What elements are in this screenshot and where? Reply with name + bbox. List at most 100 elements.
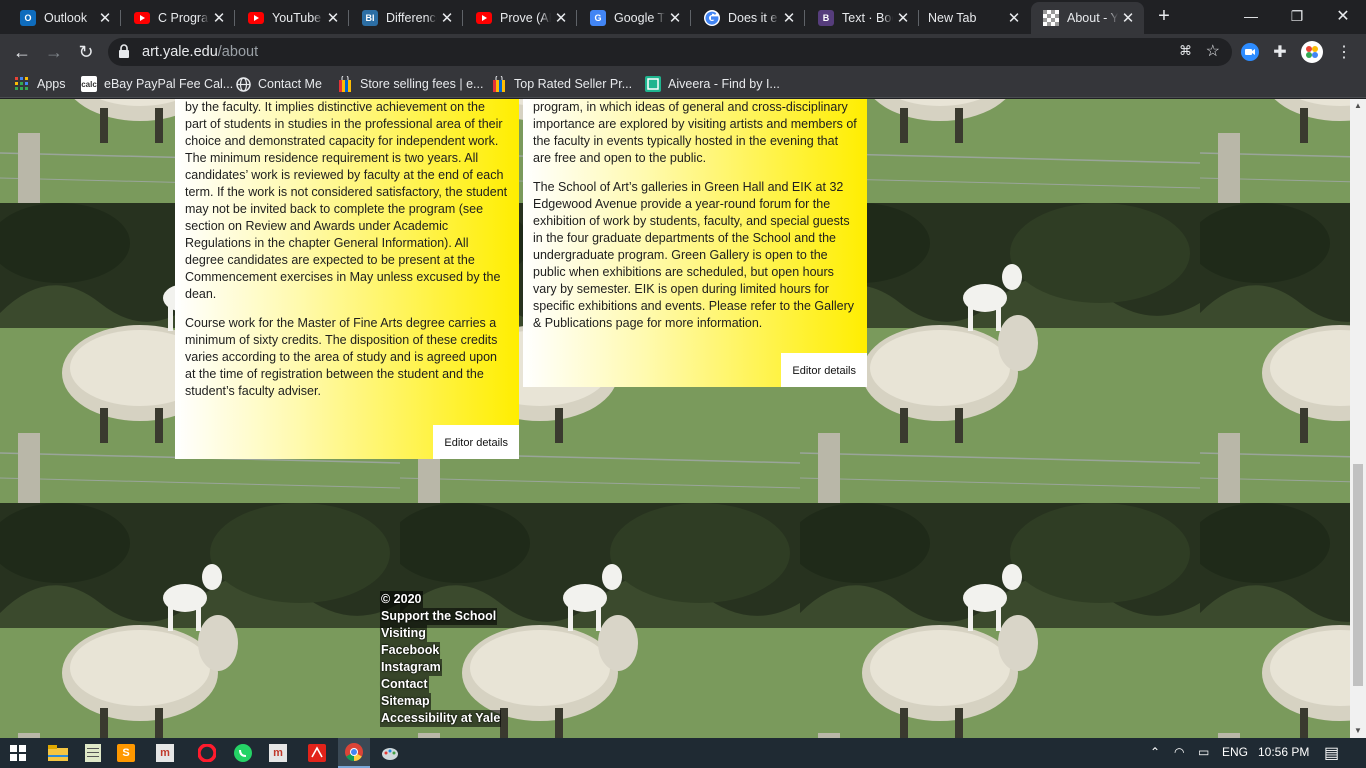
close-tab-icon[interactable]: ✕ xyxy=(779,9,799,27)
editor-details-button[interactable]: Editor details xyxy=(433,425,519,459)
opera-icon[interactable] xyxy=(195,741,219,765)
bookmark-store-selling-fees[interactable]: Store selling fees | e... xyxy=(337,75,483,93)
notifications-icon[interactable]: ▤ xyxy=(1324,743,1339,763)
profile-avatar[interactable] xyxy=(1298,38,1326,66)
sheep-goat-tile-image xyxy=(1200,99,1350,203)
footer-link-contact[interactable]: Contact xyxy=(380,676,429,693)
footer-link-accessibility[interactable]: Accessibility at Yale xyxy=(380,710,502,727)
lock-icon xyxy=(119,44,129,58)
url-host: art.yale.edu xyxy=(142,44,218,60)
sheep-goat-tile-image xyxy=(800,503,1200,738)
url-path: /about xyxy=(217,44,259,60)
close-tab-icon[interactable]: ✕ xyxy=(1118,9,1138,27)
tab-about-yale[interactable]: About - Y ✕ xyxy=(1031,2,1144,34)
bookmark-ebay-fee-calc[interactable]: calc eBay PayPal Fee Cal... xyxy=(81,75,233,93)
tab-does-it[interactable]: Does it e ✕ xyxy=(692,4,805,32)
close-tab-icon[interactable]: ✕ xyxy=(209,9,229,27)
tab-text-bootstrap[interactable]: B Text · Boo ✕ xyxy=(806,4,919,32)
tab-difference[interactable]: BI Difference ✕ xyxy=(350,4,463,32)
windows-start-icon[interactable] xyxy=(6,741,30,765)
bookmark-top-rated-seller[interactable]: Top Rated Seller Pr... xyxy=(491,75,632,93)
youtube-icon xyxy=(248,10,264,26)
new-tab-button[interactable]: + xyxy=(1148,0,1180,32)
close-window-button[interactable]: ✕ xyxy=(1320,0,1366,32)
ebay-bag-icon xyxy=(491,76,507,92)
paint-icon[interactable] xyxy=(378,741,402,765)
tab-prove[interactable]: Prove (AI ✕ xyxy=(464,4,577,32)
tab-title: Difference xyxy=(386,11,437,25)
youtube-icon xyxy=(476,10,492,26)
card-paragraph: by the faculty. It implies distinctive a… xyxy=(185,100,508,301)
yale-checker-icon xyxy=(1043,10,1059,26)
tab-title: About - Y xyxy=(1067,11,1118,25)
notepad-icon[interactable] xyxy=(81,741,105,765)
tab-youtube[interactable]: YouTube ✕ xyxy=(236,4,349,32)
close-tab-icon[interactable]: ✕ xyxy=(323,9,343,27)
tab-title: Google Tr xyxy=(614,11,665,25)
address-bar[interactable]: art.yale.edu/about ⌘ ☆ xyxy=(108,38,1232,66)
apps-grid-icon xyxy=(14,76,30,92)
card-paragraph: program, in which ideas of general and c… xyxy=(533,100,857,165)
google-translate-icon: G xyxy=(590,10,606,26)
forward-button[interactable]: → xyxy=(40,38,68,66)
tab-title: YouTube xyxy=(272,11,322,25)
reload-button[interactable]: ↻ xyxy=(72,38,100,66)
footer-link-facebook[interactable]: Facebook xyxy=(380,642,441,659)
bookmark-label: Top Rated Seller Pr... xyxy=(514,77,633,91)
restore-button[interactable]: ❐ xyxy=(1274,0,1320,32)
file-explorer-icon[interactable] xyxy=(46,741,70,765)
bookmark-label: Contact Me xyxy=(258,77,322,91)
copyright-text: © 2020 xyxy=(380,591,423,608)
footer-link-instagram[interactable]: Instagram xyxy=(380,659,442,676)
footer-link-sitemap[interactable]: Sitemap xyxy=(380,693,431,710)
bookmark-label: Aiveera - Find by I... xyxy=(668,77,780,91)
whatsapp-icon[interactable] xyxy=(231,741,255,765)
close-tab-icon[interactable]: ✕ xyxy=(95,9,115,27)
menu-kebab-icon[interactable]: ⋮ xyxy=(1330,38,1358,66)
translate-icon[interactable]: ⌘ xyxy=(1179,43,1192,59)
bookmark-apps[interactable]: Apps xyxy=(14,75,66,93)
tab-title: Text · Boo xyxy=(842,11,893,25)
scroll-down-arrow[interactable]: ▼ xyxy=(1350,724,1366,738)
clock[interactable]: 10:56 PM xyxy=(1258,745,1309,759)
acrobat-icon[interactable] xyxy=(305,741,329,765)
wifi-icon[interactable]: ◠ xyxy=(1174,745,1184,759)
close-tab-icon[interactable]: ✕ xyxy=(551,9,571,27)
language-indicator[interactable]: ENG xyxy=(1222,745,1248,759)
content-card-right: program, in which ideas of general and c… xyxy=(523,99,867,387)
extensions-puzzle-icon[interactable]: ✚ xyxy=(1266,38,1294,66)
bi-icon: BI xyxy=(362,10,378,26)
chrome-icon[interactable] xyxy=(338,738,370,768)
bookmark-contact-me[interactable]: Contact Me xyxy=(235,75,322,93)
app-icon[interactable]: m xyxy=(269,744,287,762)
sublime-icon[interactable]: S xyxy=(117,744,135,762)
scroll-up-arrow[interactable]: ▲ xyxy=(1350,99,1366,113)
tab-title: Prove (AI xyxy=(500,11,551,25)
scrollbar-thumb[interactable] xyxy=(1353,464,1363,686)
ebay-bag-icon xyxy=(337,76,353,92)
battery-icon[interactable]: ▭ xyxy=(1198,745,1209,759)
app-icon[interactable]: m xyxy=(156,744,174,762)
close-tab-icon[interactable]: ✕ xyxy=(437,9,457,27)
tab-outlook[interactable]: O Outlook ✕ xyxy=(8,4,121,32)
editor-details-button[interactable]: Editor details xyxy=(781,353,867,387)
show-hidden-icons[interactable]: ⌃ xyxy=(1150,745,1160,759)
footer-link-visiting[interactable]: Visiting xyxy=(380,625,427,642)
tab-new-tab[interactable]: New Tab ✕ xyxy=(920,4,1030,32)
back-button[interactable]: ← xyxy=(8,38,36,66)
close-tab-icon[interactable]: ✕ xyxy=(1004,9,1024,27)
close-tab-icon[interactable]: ✕ xyxy=(665,9,685,27)
google-icon xyxy=(704,10,720,26)
globe-icon xyxy=(235,76,251,92)
footer-link-support[interactable]: Support the School xyxy=(380,608,498,625)
bookmark-star-icon[interactable]: ☆ xyxy=(1206,41,1220,61)
tab-c-program[interactable]: C Program ✕ xyxy=(122,4,235,32)
close-tab-icon[interactable]: ✕ xyxy=(893,9,913,27)
page-scrollbar[interactable]: ▲ ▼ xyxy=(1350,99,1366,738)
tab-google-translate[interactable]: G Google Tr ✕ xyxy=(578,4,691,32)
bookmark-label: Apps xyxy=(37,77,66,91)
bookmark-aiveera[interactable]: Aiveera - Find by I... xyxy=(645,75,780,93)
browser-toolbar: ← → ↻ art.yale.edu/about ⌘ ☆ ✚ ⋮ xyxy=(0,34,1366,70)
minimize-button[interactable]: — xyxy=(1228,0,1274,32)
zoom-extension-icon[interactable] xyxy=(1236,38,1264,66)
